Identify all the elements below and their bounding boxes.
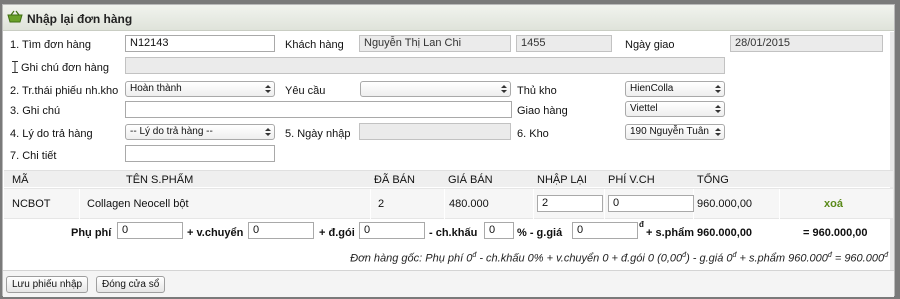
currency-mark: đ [884, 252, 888, 259]
ship-fee-input[interactable]: 0 [608, 195, 694, 212]
surcharge-label: Phụ phí [71, 227, 112, 239]
import-date-field [359, 123, 511, 140]
request-label: Yêu cầu [285, 85, 326, 97]
warehouse-keeper-label: Thủ kho [517, 85, 557, 97]
select-arrows-icon [264, 83, 272, 95]
right-scroll-edge [890, 32, 894, 270]
slip-status-select[interactable]: Hoàn thành [125, 81, 275, 97]
col-sold: ĐÃ BÁN [374, 174, 415, 186]
basket-icon [6, 10, 24, 24]
col-price: GIÁ BÁN [448, 174, 493, 186]
order-note-field [125, 57, 725, 74]
table-row: NCBOT Collagen Neocell bột 2 480.000 2 0… [4, 188, 893, 220]
save-import-button[interactable]: Lưu phiếu nhập [6, 276, 89, 293]
import-date-label: 5. Ngày nhập [285, 128, 351, 140]
order-note-label: Ghi chú đơn hàng [21, 62, 109, 74]
select-arrows-icon [714, 126, 722, 138]
delete-row-link[interactable]: xoá [824, 198, 843, 210]
slip-status-label: 2. Tr.thái phiếu nh.kho [10, 85, 119, 97]
delivery-date-label: Ngày giao [625, 39, 675, 51]
note-input[interactable] [125, 101, 512, 118]
items-table-header: MÃ TÊN S.PHẨM ĐÃ BÁN GIÁ BÁN NHẬP LẠI PH… [4, 170, 893, 187]
return-reason-label: 4. Lý do trả hàng [10, 128, 93, 140]
row-price: 480.000 [449, 198, 489, 210]
shipping-fee-input[interactable]: 0 [248, 222, 314, 239]
close-window-button[interactable]: Đóng cửa sổ [96, 276, 166, 293]
product-total-label: + s.phẩm [646, 227, 694, 239]
col-ship-fee: PHÍ V.CH [608, 174, 655, 186]
original-order-part3: ) - g.giá 0 [686, 252, 733, 265]
original-order-summary: Đơn hàng gốc: Phụ phí 0 đ - ch.khấu 0% + … [350, 252, 888, 265]
row-code: NCBOT [12, 198, 51, 210]
window-titlebar: Nhập lại đơn hàng [3, 5, 894, 31]
return-reason-select[interactable]: -- Lý do trả hàng -- [125, 124, 275, 140]
discount-input[interactable]: 0 [484, 222, 514, 239]
original-order-part5: = 960.000 [831, 252, 885, 265]
window-title: Nhập lại đơn hàng [27, 12, 133, 26]
find-order-label: 1. Tìm đơn hàng [10, 39, 92, 51]
col-total: TỔNG [697, 174, 729, 186]
row-product: Collagen Neocell bột [87, 198, 189, 210]
currency-mark: đ [639, 220, 644, 229]
packing-fee-input[interactable]: 0 [359, 222, 425, 239]
packing-fee-label: + đ.gói [319, 227, 355, 239]
warehouse-label: 6. Kho [517, 128, 549, 140]
warehouse-keeper-select[interactable]: HienColla [625, 81, 725, 97]
customer-label: Khách hàng [285, 39, 344, 51]
detail-label: 7. Chi tiết [10, 150, 57, 162]
shipping-fee-label: + v.chuyển [187, 227, 244, 239]
discount-unit-label: % - g.giá [517, 227, 563, 239]
shipping-value: Viettel [630, 103, 658, 114]
customer-id-field: 1455 [516, 35, 612, 52]
original-order-part4: + s.phẩm 960.000 [736, 252, 828, 265]
note-label: 3. Ghi chú [10, 105, 61, 117]
product-total-value: 960.000,00 [697, 227, 753, 239]
delivery-date-field: 28/01/2015 [730, 35, 883, 52]
col-product: TÊN S.PHẨM [126, 174, 194, 186]
warehouse-value: 190 Nguyễn Tuân [630, 126, 709, 137]
price-reduction-input[interactable]: 0 [572, 222, 638, 239]
grand-total-value: = 960.000,00 [803, 227, 868, 239]
warehouse-select[interactable]: 190 Nguyễn Tuân [625, 124, 725, 140]
select-arrows-icon [264, 126, 272, 138]
slip-status-value: Hoàn thành [130, 83, 182, 94]
shipping-label: Giao hàng [517, 105, 568, 117]
return-reason-value: -- Lý do trả hàng -- [130, 126, 213, 137]
text-cursor-icon [12, 61, 18, 73]
warehouse-keeper-value: HienColla [630, 83, 674, 94]
surcharge-input[interactable]: 0 [117, 222, 183, 239]
select-arrows-icon [500, 83, 508, 95]
col-code: MÃ [12, 174, 29, 186]
reimport-order-window: Nhập lại đơn hàng 1. Tìm đơn hàng N12143… [2, 4, 895, 297]
shipping-select[interactable]: Viettel [625, 101, 725, 117]
select-arrows-icon [714, 83, 722, 95]
original-order-part2: - ch.khấu 0% + v.chuyển 0 + đ.gói 0 (0,0… [476, 252, 683, 265]
detail-input[interactable] [125, 145, 275, 162]
reimport-qty-input[interactable]: 2 [537, 195, 603, 212]
row-sold: 2 [378, 198, 385, 210]
request-select[interactable] [360, 81, 511, 97]
window-footer: Lưu phiếu nhập Đóng cửa sổ [3, 270, 894, 297]
discount-label: - ch.khấu [429, 227, 478, 239]
col-reimport: NHẬP LẠI [537, 174, 587, 186]
row-total: 960.000,00 [697, 198, 753, 210]
select-arrows-icon [714, 103, 722, 115]
original-order-part1: Đơn hàng gốc: Phụ phí 0 [350, 252, 473, 265]
find-order-input[interactable]: N12143 [125, 35, 275, 52]
customer-name-field: Nguyễn Thị Lan Chi [359, 35, 511, 52]
